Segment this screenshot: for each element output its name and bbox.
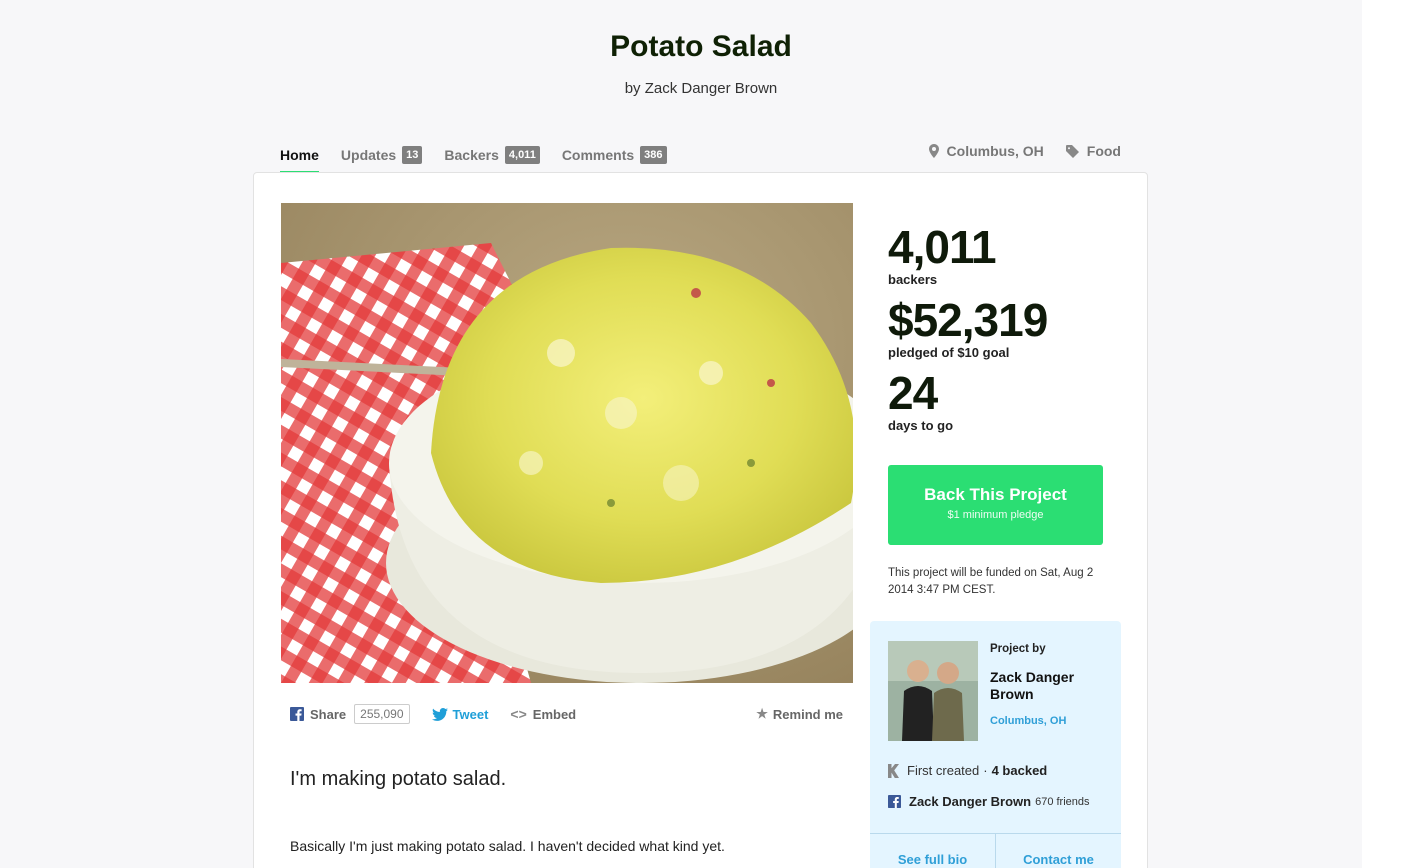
see-full-bio-link[interactable]: See full bio bbox=[870, 834, 996, 868]
project-title: Potato Salad bbox=[610, 30, 792, 63]
tab-comments[interactable]: Comments 386 bbox=[562, 143, 667, 175]
friends-count: 670 friends bbox=[1035, 795, 1090, 808]
funding-note: This project will be funded on Sat, Aug … bbox=[888, 567, 1094, 596]
remind-label: Remind me bbox=[772, 706, 843, 722]
back-project-button[interactable]: Back This Project $1 minimum pledge bbox=[888, 465, 1103, 545]
project-by-label: Project by bbox=[990, 643, 1046, 655]
location-pin-icon bbox=[928, 144, 939, 158]
tab-comments-label: Comments bbox=[561, 147, 635, 163]
pledged-value: $52,319 bbox=[888, 294, 1048, 346]
tab-updates[interactable]: Updates 13 bbox=[340, 143, 423, 175]
project-stats: 4,011 backers $52,319 pledged of $10 goa… bbox=[888, 221, 1048, 441]
share-label: Share bbox=[310, 706, 347, 722]
location-link[interactable]: Columbus, OH bbox=[928, 143, 1044, 159]
backers-label: backers bbox=[888, 272, 938, 287]
creator-facebook: Zack Danger Brown 670 friends bbox=[888, 794, 1090, 809]
comments-count-badge: 386 bbox=[640, 146, 667, 164]
creator-avatar[interactable] bbox=[888, 641, 978, 741]
kickstarter-icon bbox=[888, 763, 899, 778]
share-row: Share 255,090 Tweet <> Embed ★ Remind me bbox=[290, 702, 843, 726]
twitter-icon bbox=[431, 707, 448, 721]
contact-me-link[interactable]: Contact me bbox=[996, 834, 1121, 868]
star-icon: ★ bbox=[756, 706, 768, 721]
tag-icon bbox=[1065, 144, 1079, 158]
embed-button[interactable]: <> Embed bbox=[510, 706, 576, 722]
page-gutter bbox=[1362, 0, 1415, 868]
back-project-subtitle: $1 minimum pledge bbox=[947, 509, 1044, 521]
facebook-name: Zack Danger Brown bbox=[909, 794, 1032, 809]
description-paragraph: Basically I'm just making potato salad. … bbox=[290, 838, 725, 854]
share-count: 255,090 bbox=[354, 704, 410, 724]
tweet-label: Tweet bbox=[452, 706, 489, 722]
tab-updates-label: Updates bbox=[340, 147, 397, 163]
creator-panel: Project by Zack Danger Brown Columbus, O… bbox=[870, 621, 1121, 868]
tab-backers[interactable]: Backers 4,011 bbox=[444, 143, 540, 175]
tab-home-label: Home bbox=[280, 147, 319, 163]
backed-count: 4 backed bbox=[991, 763, 1048, 778]
code-icon: <> bbox=[510, 706, 527, 722]
embed-label: Embed bbox=[532, 706, 577, 722]
facebook-icon bbox=[888, 795, 901, 808]
location-label: Columbus, OH bbox=[946, 143, 1044, 159]
facebook-share-button[interactable]: Share 255,090 bbox=[290, 704, 410, 724]
project-tabs: Home Updates 13 Backers 4,011 Comments 3… bbox=[280, 143, 689, 175]
creator-actions: See full bio Contact me bbox=[870, 833, 1121, 868]
back-project-title: Back This Project bbox=[924, 485, 1067, 504]
creator-location[interactable]: Columbus, OH bbox=[990, 715, 1066, 727]
first-created-label: First created bbox=[907, 763, 980, 778]
description-lead: I'm making potato salad. bbox=[290, 768, 507, 790]
creator-history: First created · 4 backed bbox=[888, 763, 1047, 778]
tweet-button[interactable]: Tweet bbox=[431, 706, 489, 722]
days-value: 24 bbox=[888, 367, 938, 419]
pledged-label: pledged of $10 goal bbox=[888, 345, 1010, 360]
updates-count-badge: 13 bbox=[402, 146, 423, 164]
backers-value: 4,011 bbox=[888, 221, 997, 273]
category-link[interactable]: Food bbox=[1065, 143, 1121, 159]
tab-home[interactable]: Home bbox=[280, 143, 319, 175]
days-label: days to go bbox=[888, 418, 954, 433]
tab-backers-label: Backers bbox=[444, 147, 499, 163]
facebook-icon bbox=[290, 707, 304, 721]
creator-name[interactable]: Zack Danger Brown bbox=[990, 669, 1110, 703]
category-label: Food bbox=[1086, 143, 1121, 159]
project-meta: Columbus, OH Food bbox=[907, 143, 1121, 159]
remind-me-button[interactable]: ★ Remind me bbox=[756, 706, 843, 722]
project-byline: by Zack Danger Brown bbox=[624, 80, 778, 97]
project-hero-image[interactable] bbox=[281, 203, 853, 683]
backers-count-badge: 4,011 bbox=[504, 146, 540, 164]
